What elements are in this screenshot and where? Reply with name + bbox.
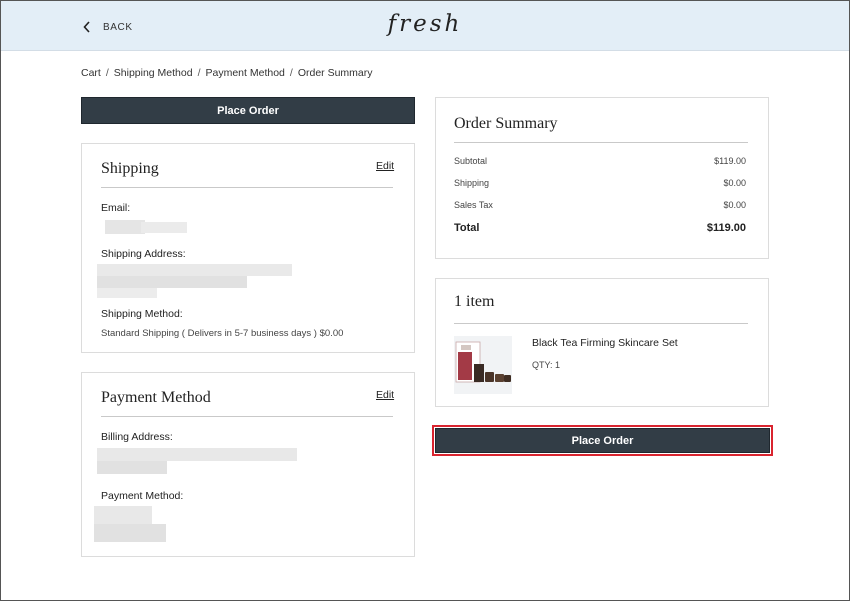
breadcrumb-separator: / [105,67,109,79]
sales-tax-label: Sales Tax [454,200,493,210]
payment-title: Payment Method [101,389,211,406]
payment-card: Payment Method Edit Billing Address: Pay… [81,372,415,557]
summary-row-total: Total $119.00 [454,222,746,234]
payment-edit-link[interactable]: Edit [376,389,394,401]
product-image[interactable] [454,336,512,394]
shipping-edit-link[interactable]: Edit [376,160,394,172]
place-order-button-top[interactable]: Place Order [81,97,415,124]
breadcrumb-shipping-method[interactable]: Shipping Method [114,67,193,79]
payment-method-label: Payment Method: [101,490,184,502]
items-count-title: 1 item [454,293,495,310]
shipping-method-label: Shipping Method: [101,308,183,320]
breadcrumb-cart[interactable]: Cart [81,67,101,79]
sales-tax-value: $0.00 [723,200,746,210]
breadcrumb-payment-method[interactable]: Payment Method [206,67,285,79]
breadcrumb-separator: / [197,67,201,79]
divider [101,416,393,417]
email-label: Email: [101,202,131,214]
fresh-logo[interactable]: fresh [1,11,849,37]
total-label: Total [454,222,480,234]
product-name[interactable]: Black Tea Firming Skincare Set [532,337,678,349]
shipping-cost-label: Shipping [454,178,490,188]
summary-row-sales-tax: Sales Tax $0.00 [454,200,746,210]
order-summary-card: Order Summary Subtotal $119.00 Shipping … [435,97,769,259]
product-qty: QTY: 1 [532,360,561,370]
billing-address-redacted [97,448,297,478]
divider [454,142,748,143]
shipping-title: Shipping [101,160,159,177]
order-summary-title: Order Summary [454,115,558,132]
shipping-address-redacted [97,264,292,300]
summary-row-shipping: Shipping $0.00 [454,178,746,188]
shipping-cost-value: $0.00 [723,178,746,188]
subtotal-label: Subtotal [454,156,488,166]
total-value: $119.00 [706,222,746,234]
shipping-card: Shipping Edit Email: Shipping Address: S… [81,143,415,353]
breadcrumb-order-summary: Order Summary [297,67,373,79]
breadcrumb-separator: / [289,67,293,79]
highlight-box [432,425,773,456]
divider [101,187,393,188]
summary-row-subtotal: Subtotal $119.00 [454,156,746,166]
items-card: 1 item Black Tea Firming Skincare Set QT… [435,278,769,407]
email-value-redacted [101,220,187,234]
breadcrumb: Cart / Shipping Method / Payment Method … [81,67,373,79]
billing-address-label: Billing Address: [101,431,173,443]
shipping-address-label: Shipping Address: [101,248,186,260]
subtotal-value: $119.00 [714,156,746,166]
divider [454,323,748,324]
top-bar: BACK fresh [1,1,849,51]
payment-method-redacted [94,506,166,542]
shipping-method-value: Standard Shipping ( Delivers in 5-7 busi… [101,328,344,339]
